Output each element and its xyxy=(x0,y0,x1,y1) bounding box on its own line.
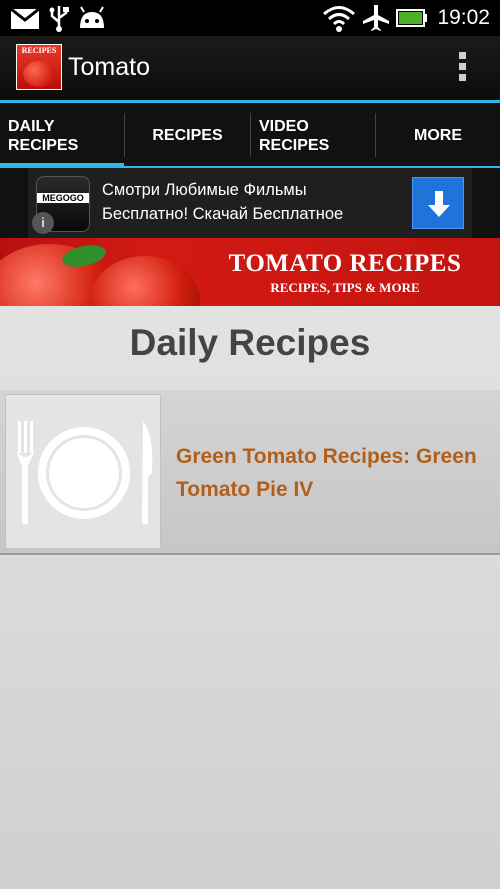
tab-label: MORE xyxy=(414,127,462,144)
ad-text-line1: Смотри Любимые Фильмы xyxy=(102,181,307,199)
info-icon[interactable]: i xyxy=(32,212,54,234)
hero-banner: TOMATO RECIPES RECIPES, TIPS & MORE xyxy=(0,238,500,306)
app-icon[interactable]: RECIPES xyxy=(16,44,62,90)
list-item[interactable]: Green Tomato Recipes: Green Tomato Pie I… xyxy=(0,390,500,555)
tab-label: RECIPES xyxy=(152,127,223,144)
ad-text[interactable]: Смотри Любимые Фильмы Бесплатно! Скачай … xyxy=(102,178,402,226)
gmail-icon xyxy=(10,8,40,29)
battery-icon xyxy=(396,9,427,27)
tab-more[interactable]: MORE xyxy=(376,103,500,168)
ad-text-line2: Бесплатно! Скачай Бесплатное xyxy=(102,205,344,223)
ad-logo-text: MEGOGO xyxy=(37,193,89,203)
wifi-icon xyxy=(323,6,355,32)
hero-subtitle: RECIPES, TIPS & MORE xyxy=(270,280,420,295)
tab-label: DAILY RECIPES xyxy=(8,118,79,154)
airplane-icon xyxy=(363,5,389,31)
usb-icon xyxy=(49,6,69,32)
action-bar: RECIPES Tomato xyxy=(0,36,500,100)
tomato-image xyxy=(90,256,200,306)
tab-daily-recipes[interactable]: DAILY RECIPES xyxy=(0,103,124,168)
plate-cutlery-icon xyxy=(5,394,161,549)
tab-label: VIDEO RECIPES xyxy=(259,118,330,154)
tab-recipes[interactable]: RECIPES xyxy=(125,103,250,168)
recipe-title-link[interactable]: Green Tomato Recipes: Green Tomato Pie I… xyxy=(176,440,496,506)
ad-banner[interactable]: MEGOGO i Смотри Любимые Фильмы Бесплатно… xyxy=(0,168,500,238)
tab-bar: DAILY RECIPES RECIPES VIDEO RECIPES MORE xyxy=(0,100,500,168)
overflow-menu-icon[interactable] xyxy=(448,52,476,86)
status-bar: 19:02 xyxy=(0,0,500,36)
hero-title: TOMATO RECIPES xyxy=(228,250,462,277)
tab-video-recipes[interactable]: VIDEO RECIPES xyxy=(251,103,375,168)
download-arrow-glyph xyxy=(428,191,450,217)
tomato-icon xyxy=(23,61,55,87)
page-title: Daily Recipes xyxy=(129,322,371,363)
status-time: 19:02 xyxy=(437,6,490,29)
download-arrow-icon[interactable] xyxy=(412,177,464,229)
app-icon-label: RECIPES xyxy=(21,46,57,55)
plate-cutlery-glyph xyxy=(17,421,153,525)
app-title: Tomato xyxy=(68,53,150,81)
ad-content[interactable]: MEGOGO i Смотри Любимые Фильмы Бесплатно… xyxy=(28,168,472,238)
android-icon xyxy=(80,6,104,28)
